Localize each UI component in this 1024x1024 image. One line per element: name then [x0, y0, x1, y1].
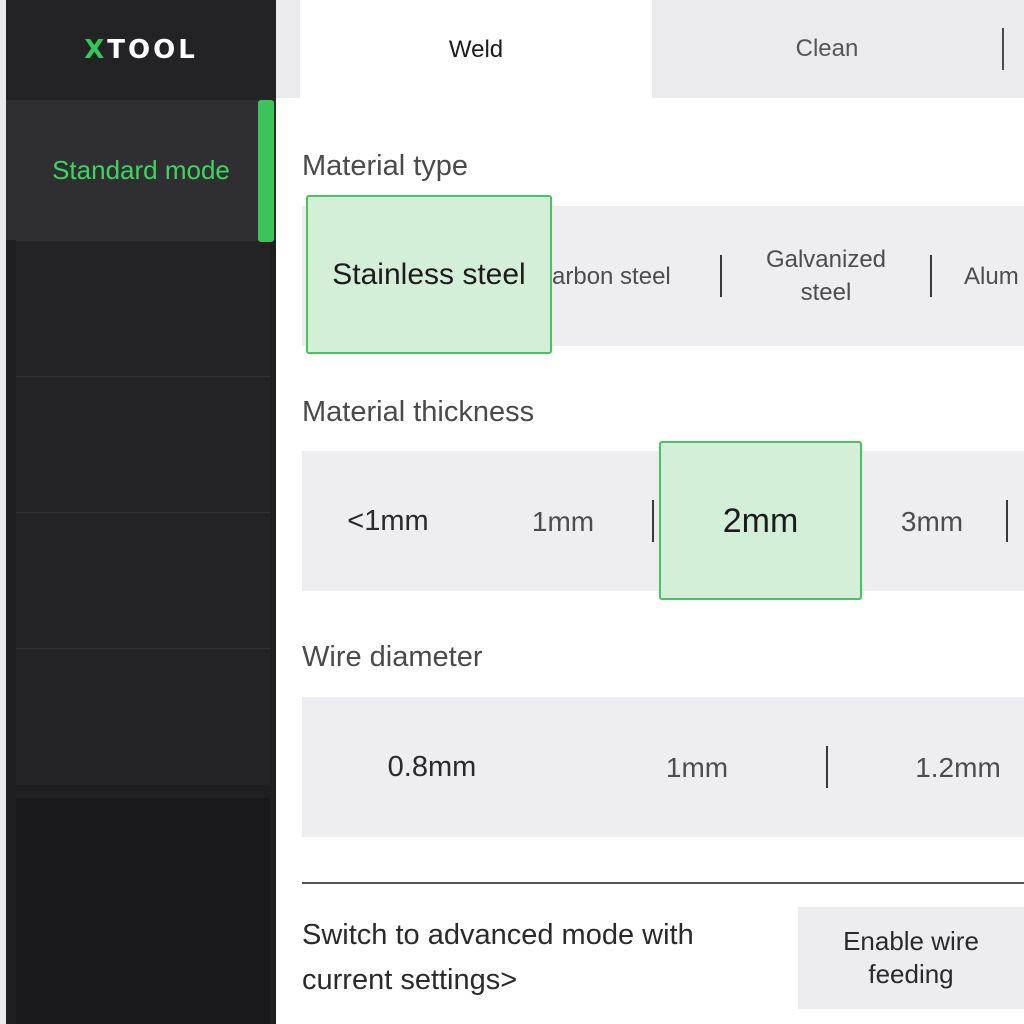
thickness-option-2mm[interactable]: 2mm: [659, 441, 862, 600]
sidebar-empty-slot: [16, 648, 270, 785]
wire-diameter-label: Wire diameter: [302, 641, 483, 673]
material-option-carbon-steel[interactable]: arbon steel: [552, 206, 700, 346]
tab-bar: Weld Clean: [276, 0, 1024, 100]
option-divider: [1006, 500, 1008, 542]
option-divider: [826, 746, 828, 788]
active-mode-indicator: [258, 100, 274, 242]
option-divider: [652, 500, 654, 542]
tab-weld[interactable]: Weld: [300, 0, 652, 100]
option-divider: [720, 255, 722, 297]
material-thickness-label: Material thickness: [302, 396, 535, 428]
wire-diameter-options: 0.8mm 1mm 1.2mm: [302, 697, 1024, 837]
wire-option-0-8mm[interactable]: 0.8mm: [302, 697, 562, 837]
thickness-option-1mm[interactable]: 1mm: [478, 451, 648, 591]
wire-option-1-2mm[interactable]: 1.2mm: [892, 697, 1024, 837]
switch-advanced-mode-link[interactable]: Switch to advanced mode with current set…: [302, 913, 782, 1003]
sidebar-empty-slot: [16, 798, 270, 1024]
tab-clean[interactable]: Clean: [652, 0, 1002, 98]
material-option-aluminum[interactable]: Alum: [964, 206, 1024, 346]
sidebar-empty-slot: [16, 240, 270, 377]
thickness-option-less-1mm[interactable]: <1mm: [302, 451, 474, 591]
sidebar-empty-slot: [16, 376, 270, 513]
sidebar-empty-slot: [16, 512, 270, 649]
sidebar: XTOOL Standard mode: [6, 0, 276, 1024]
section-divider: [302, 882, 1024, 884]
enable-wire-feeding-button[interactable]: Enable wire feeding: [798, 907, 1024, 1009]
option-divider: [930, 255, 932, 297]
material-option-stainless-steel[interactable]: Stainless steel: [306, 195, 552, 354]
logo-area: XTOOL: [6, 0, 276, 100]
xtool-logo: XTOOL: [84, 35, 198, 65]
sidebar-item-standard-mode[interactable]: Standard mode: [6, 100, 276, 240]
thickness-option-3mm[interactable]: 3mm: [862, 451, 1002, 591]
material-option-galvanized-steel[interactable]: Galvanized steel: [742, 206, 910, 346]
tab-divider: [1002, 28, 1004, 70]
sidebar-item-label: Standard mode: [52, 154, 230, 185]
wire-option-1mm[interactable]: 1mm: [592, 697, 802, 837]
material-type-label: Material type: [302, 150, 469, 182]
